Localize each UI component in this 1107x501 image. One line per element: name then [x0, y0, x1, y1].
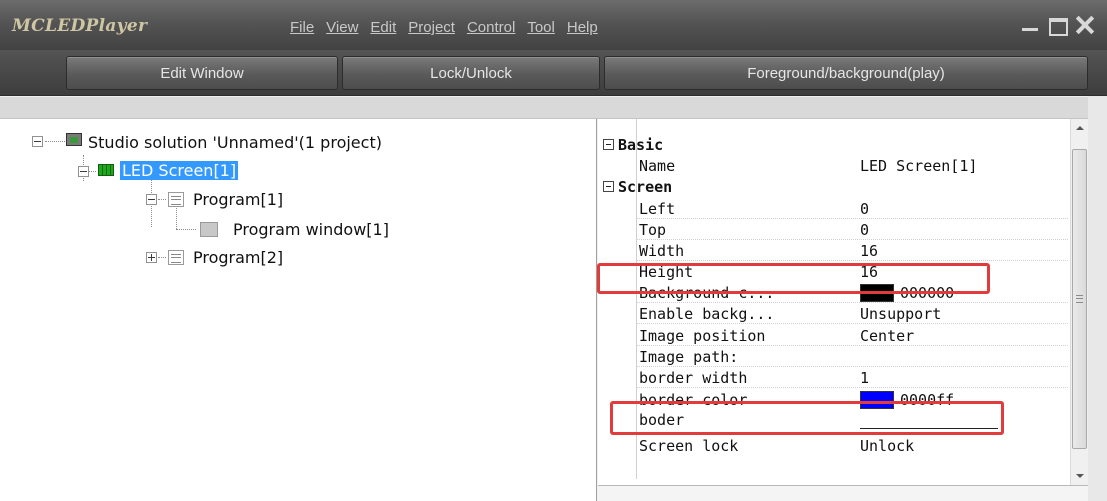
property-label: Name: [639, 157, 676, 175]
foreground-background-button[interactable]: Foreground/background(play): [604, 56, 1088, 90]
property-value[interactable]: 16: [860, 242, 878, 260]
tree-item-label: Program[2]: [193, 247, 284, 267]
menu-tool[interactable]: Tool: [527, 19, 555, 36]
lock-unlock-button[interactable]: Lock/Unlock: [342, 56, 600, 90]
tree-item-solution[interactable]: Studio solution 'Unnamed'(1 project): [88, 129, 382, 155]
program-icon: [168, 192, 184, 207]
menu-view[interactable]: View: [326, 19, 358, 36]
property-label: Image position: [639, 327, 766, 345]
collapse-icon[interactable]: [603, 139, 614, 150]
menu-project[interactable]: Project: [408, 19, 455, 36]
property-row-screen-lock[interactable]: Screen lock Unlock: [598, 435, 1068, 456]
property-label: Screen lock: [639, 437, 739, 455]
tree-item-led-screen[interactable]: LED Screen[1]: [120, 157, 239, 183]
tree-item-program-window-1[interactable]: Program window[1]: [233, 216, 389, 242]
toolbar: Edit Window Lock/Unlock Foreground/backg…: [0, 50, 1107, 96]
row-separator: [636, 323, 1068, 324]
property-row-image-position[interactable]: Image position Center: [598, 325, 1068, 346]
property-row-left[interactable]: Left 0: [598, 198, 1068, 219]
property-value[interactable]: Center: [860, 327, 914, 345]
collapse-icon[interactable]: [603, 181, 614, 192]
property-value[interactable]: 1: [860, 369, 869, 387]
tree-item-label: Program window[1]: [233, 219, 389, 239]
property-value[interactable]: 0: [860, 221, 869, 239]
led-screen-icon: [98, 164, 114, 176]
property-row-border-width[interactable]: border width 1: [598, 367, 1068, 388]
solution-icon: [66, 133, 82, 146]
tree-connector: [45, 141, 65, 142]
expand-icon[interactable]: [146, 252, 157, 263]
tree-item-program-1[interactable]: Program[1]: [193, 186, 283, 212]
property-label: Top: [639, 221, 667, 239]
collapse-icon[interactable]: [146, 194, 157, 205]
property-label: border width: [639, 369, 748, 387]
title-bar: MCLEDPlayer File View Edit Project Contr…: [0, 0, 1107, 50]
minimize-icon[interactable]: [1017, 14, 1043, 36]
scrollbar-thumb[interactable]: [1072, 149, 1087, 449]
property-value[interactable]: LED Screen[1]: [860, 157, 977, 175]
height-highlight-box: [597, 263, 990, 294]
program-icon: [168, 250, 184, 265]
app-title: MCLEDPlayer: [12, 16, 148, 36]
property-row-top[interactable]: Top 0: [598, 219, 1068, 240]
scroll-down-icon[interactable]: [1071, 467, 1088, 485]
menu-edit[interactable]: Edit: [370, 19, 396, 36]
row-separator: [636, 387, 1068, 388]
program-window-icon: [200, 222, 218, 237]
menu-bar: File View Edit Project Control Tool Help: [290, 19, 598, 36]
edit-window-button[interactable]: Edit Window: [66, 56, 338, 90]
vertical-scrollbar[interactable]: [1070, 119, 1088, 485]
maximize-icon[interactable]: [1044, 14, 1070, 36]
property-row-width[interactable]: Width 16: [598, 240, 1068, 261]
property-label: Enable backg...: [639, 305, 775, 323]
tree-item-program-2[interactable]: Program[2]: [193, 244, 283, 270]
tree-connector: [158, 257, 166, 258]
category-label: Basic: [618, 136, 664, 154]
collapse-icon[interactable]: [78, 166, 89, 177]
property-grid: Basic Name LED Screen[1] Screen Left 0 T…: [597, 119, 1088, 485]
scroll-up-icon[interactable]: [1071, 119, 1088, 137]
menu-help[interactable]: Help: [567, 19, 598, 36]
panel-header-strip: [0, 97, 1107, 119]
property-description-pane: [598, 485, 1088, 501]
border-color-highlight-box: [610, 401, 1004, 435]
property-value[interactable]: Unsupport: [860, 305, 941, 323]
project-tree: Studio solution 'Unnamed'(1 project) LED…: [0, 119, 597, 501]
property-row-enable-background[interactable]: Enable backg... Unsupport: [598, 303, 1068, 324]
property-value[interactable]: Unlock: [860, 437, 914, 455]
window-edge: [1088, 96, 1107, 501]
tree-item-label: Program[1]: [193, 189, 284, 209]
property-value[interactable]: 0: [860, 200, 869, 218]
property-row-image-path[interactable]: Image path:: [598, 346, 1068, 367]
menu-file[interactable]: File: [290, 19, 314, 36]
category-label: Screen: [618, 178, 673, 196]
tree-connector: [176, 229, 196, 230]
category-screen[interactable]: Screen: [598, 176, 1068, 197]
tree-connector: [88, 171, 96, 172]
property-label: Left: [639, 200, 676, 218]
close-icon[interactable]: [1072, 14, 1098, 36]
collapse-icon[interactable]: [32, 136, 43, 147]
tree-item-label: Studio solution 'Unnamed'(1 project): [88, 132, 382, 152]
property-label: Image path:: [639, 348, 739, 366]
category-basic[interactable]: Basic: [598, 134, 1068, 155]
menu-control[interactable]: Control: [467, 19, 515, 36]
property-row-name[interactable]: Name LED Screen[1]: [598, 155, 1068, 176]
property-label: Width: [639, 242, 685, 260]
tree-connector: [158, 199, 166, 200]
tree-item-label: LED Screen[1]: [120, 160, 239, 180]
